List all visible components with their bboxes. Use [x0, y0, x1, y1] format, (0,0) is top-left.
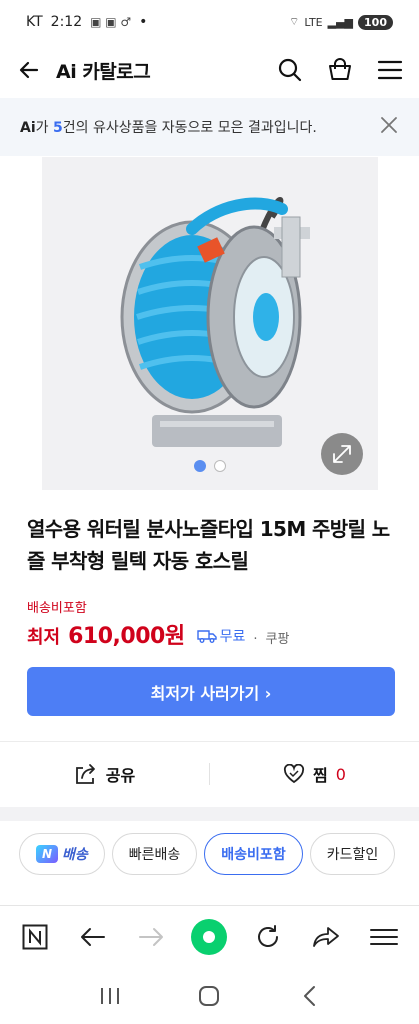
browser-back-button[interactable] [73, 917, 113, 957]
share-label: 공유 [105, 766, 136, 785]
hamburger-menu-icon [377, 60, 403, 80]
menu-icon [369, 928, 398, 945]
filter-chips: N 배송 빠른배송 배송비포함 카드할인 [19, 833, 396, 875]
share-button[interactable]: 공유 [0, 762, 209, 786]
ai-notice-suffix: 건의 유사상품을 자동으로 모은 결과입니다. [62, 120, 317, 136]
cart-button[interactable] [325, 55, 355, 85]
ai-notice-text: Ai가 5건의 유사상품을 자동으로 모은 결과입니다. [20, 117, 317, 137]
back-arrow-icon [19, 61, 39, 79]
arrow-left-icon [81, 927, 106, 946]
chevron-left-icon [304, 985, 316, 1006]
like-count: 0 [335, 764, 346, 784]
naver-home-button[interactable] [15, 917, 55, 957]
back-button[interactable] [14, 55, 44, 85]
gallery-dot-1[interactable] [194, 460, 206, 472]
ai-label: Ai [20, 120, 36, 136]
free-shipping: 무료 [196, 626, 246, 646]
close-icon [381, 117, 397, 133]
green-dot-icon [191, 918, 228, 955]
browser-toolbar [0, 905, 419, 967]
product-title: 열수용 워터릴 분사노즐타입 15M 주방릴 노즐 부착형 릴텍 자동 호스릴 [27, 517, 390, 573]
green-dot-button[interactable] [189, 917, 229, 957]
search-icon [278, 58, 302, 82]
expand-icon [333, 445, 351, 463]
truck-icon [196, 630, 217, 643]
page-title: Ai 카탈로그 [56, 60, 151, 83]
chip-naver-delivery[interactable]: N 배송 [19, 833, 105, 875]
chip-shipping-included[interactable]: 배송비포함 [204, 833, 303, 875]
network-label: LTE [304, 15, 323, 29]
status-dot: • [139, 14, 148, 30]
browser-share-button[interactable] [306, 917, 346, 957]
chip-label: 빠른배송 [128, 847, 181, 863]
refresh-button[interactable] [248, 917, 288, 957]
battery-indicator: 100 [358, 14, 393, 30]
menu-button[interactable] [375, 55, 405, 85]
notification-icons: ▣ ▣ ♂ [90, 15, 132, 29]
close-notice-button[interactable] [379, 115, 399, 139]
browser-menu-button[interactable] [364, 917, 404, 957]
home-button[interactable] [189, 976, 229, 1016]
seller-name: 쿠팡 [265, 632, 290, 647]
chip-label: 카드할인 [326, 847, 379, 863]
status-bar: KT 2:12 ▣ ▣ ♂ • ⌔ LTE ▂▄▆ 100 [0, 0, 419, 44]
refresh-icon [257, 924, 278, 947]
system-nav-bar [0, 967, 419, 1024]
shipping-included-label: 배송비포함 [27, 601, 87, 616]
seller-separator: · [253, 632, 258, 647]
action-row: 공유 찜 0 [0, 742, 419, 806]
lowest-price: 610,000원 [68, 624, 185, 649]
like-label: 찜 [313, 766, 328, 785]
system-back-button[interactable] [289, 976, 329, 1016]
browser-forward-button[interactable] [131, 917, 171, 957]
naver-n-icon: N [36, 845, 58, 863]
like-button[interactable]: 찜 0 [210, 762, 419, 786]
section-gap [0, 807, 419, 821]
free-shipping-label: 무료 [219, 629, 246, 645]
carrier: KT [26, 14, 43, 30]
share-icon [75, 764, 95, 784]
recent-apps-button[interactable] [90, 976, 130, 1016]
clock: 2:12 [50, 14, 83, 30]
buy-lowest-price-button[interactable]: 최저가 사러가기 › [27, 667, 395, 716]
signal-icon: ▂▄▆ [327, 15, 354, 29]
chip-label: 배송비포함 [221, 847, 286, 863]
price-row: 최저 610,000원 무료 · 쿠팡 [27, 618, 289, 650]
chip-label: 배송 [62, 847, 88, 863]
wifi-icon: ⌔ [289, 15, 300, 28]
gallery-dot-2[interactable] [214, 460, 226, 472]
chip-card-discount[interactable]: 카드할인 [309, 833, 396, 875]
search-button[interactable] [275, 55, 305, 85]
ai-notice-prefix: 가 [35, 120, 53, 136]
arrow-right-icon [139, 927, 164, 946]
heart-icon [283, 764, 305, 784]
app-header: Ai 카탈로그 [0, 44, 419, 96]
recent-apps-icon [100, 987, 119, 1004]
naver-n-logo-icon [22, 924, 48, 949]
similar-count: 5 [52, 120, 63, 136]
expand-image-button[interactable] [321, 433, 363, 475]
ai-notice-banner: Ai가 5건의 유사상품을 자동으로 모은 결과입니다. [0, 98, 419, 156]
chip-fast-delivery[interactable]: 빠른배송 [111, 833, 198, 875]
home-icon [199, 985, 220, 1006]
share-arrow-icon [312, 926, 339, 947]
shopping-bag-icon [329, 58, 351, 80]
gallery-pagination [194, 460, 226, 472]
lowest-price-label: 최저 [27, 627, 61, 648]
